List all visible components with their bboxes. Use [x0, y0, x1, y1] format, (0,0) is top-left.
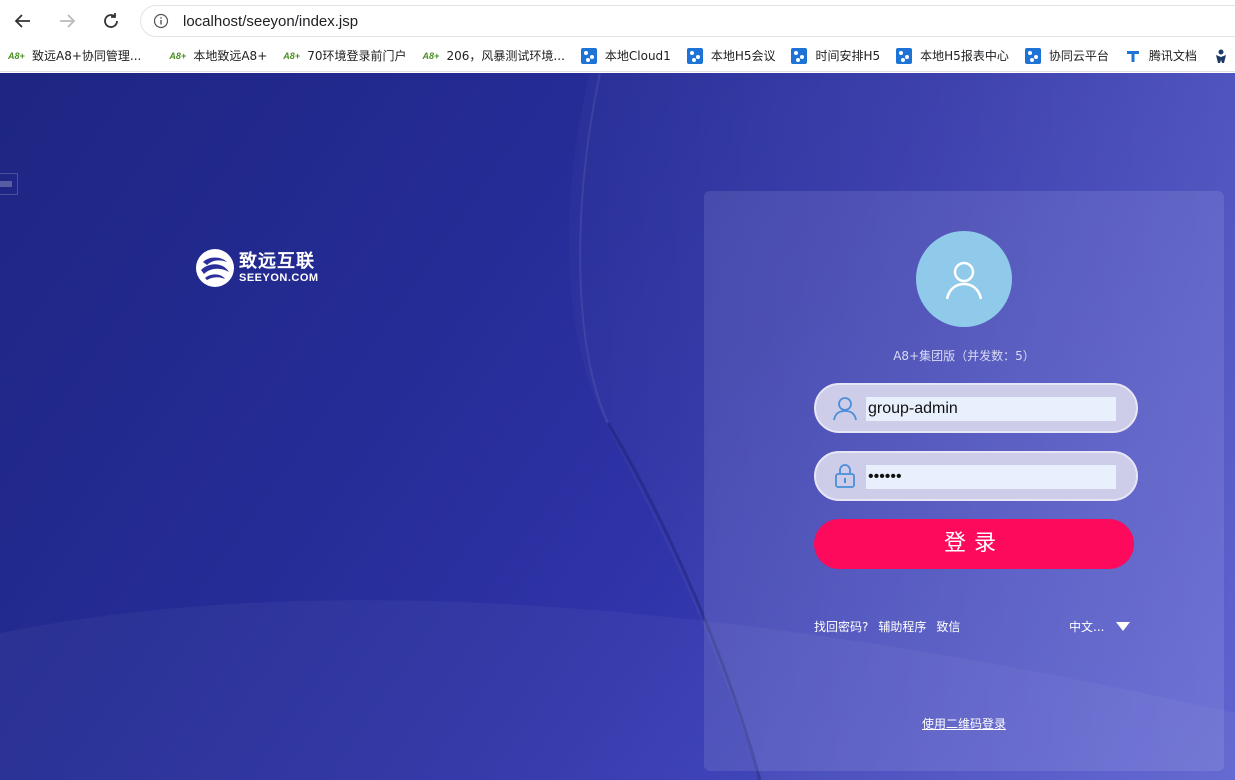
arrow-left-icon	[14, 14, 30, 28]
reload-icon	[104, 13, 118, 28]
app-square-icon	[1024, 47, 1041, 64]
password-field[interactable]	[814, 451, 1138, 501]
triangle-down-icon	[1116, 622, 1131, 631]
language-label: 中文...	[1069, 620, 1105, 634]
edition-label: A8+集团版（并发数：5）	[893, 349, 1035, 363]
qr-login-link[interactable]: 使用二维码登录	[704, 715, 1224, 732]
username-input[interactable]	[866, 397, 1116, 421]
dev-icon	[1215, 49, 1226, 63]
bookmark-label: 206，风暴测试环境...	[446, 49, 565, 63]
app-square-icon	[686, 47, 703, 64]
bookmark-label: 本地H5会议	[710, 49, 776, 63]
bookmark-label: 腾讯文档	[1148, 49, 1197, 63]
bookmark-label: 协同云平台	[1048, 49, 1109, 63]
forward-button[interactable]	[52, 6, 82, 36]
arrow-right-icon	[60, 14, 76, 28]
bookmarks-bar: A8+ 致远A8+协同管理... A8+ 本地致远A8+ A8+ 70环境登录前门户 …	[0, 40, 1235, 72]
login-button[interactable]: 登录	[814, 519, 1134, 569]
login-stage: 致远互联 SEEYON.COM A8+集团版（并发数：5） group-admi…	[0, 73, 1235, 780]
info-icon[interactable]	[153, 13, 169, 29]
app-square-icon	[791, 47, 808, 64]
app-square-icon	[580, 47, 597, 64]
side-tab[interactable]	[0, 173, 18, 195]
bookmark-item[interactable]: A8+ 本地致远A8+	[161, 43, 275, 69]
a8-icon: A8+	[283, 50, 301, 61]
bookmark-item[interactable]: 开发	[1205, 43, 1235, 69]
bookmark-item[interactable]: 腾讯文档	[1117, 43, 1205, 69]
zhixin-link[interactable]: 致信	[936, 618, 960, 635]
tencent-docs-icon	[1126, 50, 1139, 62]
login-links: 找回密码? 辅助程序 致信	[814, 618, 970, 635]
forgot-password-link[interactable]: 找回密码?	[814, 618, 868, 635]
bookmark-item[interactable]: 时间安排H5	[783, 43, 888, 69]
back-button[interactable]	[8, 6, 38, 36]
bookmark-label: 本地H5报表中心	[920, 49, 1009, 63]
user-avatar-icon	[945, 261, 983, 300]
user-icon	[833, 397, 857, 421]
address-url: localhost/seeyon/index.jsp	[183, 12, 359, 30]
bookmark-item[interactable]: 本地H5会议	[679, 43, 784, 69]
bookmark-label: 本地Cloud1	[604, 49, 671, 63]
login-panel: A8+集团版（并发数：5） 登录 找回密码? 辅助程序 致信 中文...	[704, 191, 1224, 771]
logo-english-text: SEEYON.COM	[239, 272, 319, 284]
a8-icon: A8+	[422, 50, 440, 61]
bookmark-item[interactable]: A8+ 致远A8+协同管理...	[0, 43, 149, 69]
avatar	[916, 231, 1012, 327]
bookmark-item[interactable]: 本地Cloud1	[573, 43, 679, 69]
a8-icon: A8+	[8, 50, 25, 61]
seeyon-logo: 致远互联 SEEYON.COM	[195, 248, 319, 288]
language-select[interactable]: 中文...	[1069, 618, 1131, 635]
helper-program-link[interactable]: 辅助程序	[878, 618, 926, 635]
username-field[interactable]	[814, 383, 1138, 433]
bookmark-label: 时间安排H5	[815, 49, 881, 63]
bookmark-label: 70环境登录前门户	[307, 49, 407, 63]
bookmark-label: 致远A8+协同管理...	[32, 49, 142, 63]
app-square-icon	[896, 47, 913, 64]
logo-chinese-text: 致远互联	[239, 251, 315, 272]
seeyon-logo-icon	[196, 249, 234, 287]
lock-icon	[835, 464, 855, 488]
bookmark-item[interactable]: 协同云平台	[1017, 43, 1117, 69]
bookmark-item[interactable]: A8+ 70环境登录前门户	[275, 43, 414, 69]
reload-button[interactable]	[96, 6, 126, 36]
bookmark-label: 本地致远A8+	[193, 49, 268, 63]
browser-toolbar: localhost/seeyon/index.jsp	[0, 0, 1235, 40]
a8-icon: A8+	[169, 50, 187, 61]
password-input[interactable]	[866, 465, 1116, 489]
bookmark-item[interactable]: 本地H5报表中心	[888, 43, 1017, 69]
address-bar[interactable]: localhost/seeyon/index.jsp	[140, 5, 1235, 37]
bookmark-item[interactable]: A8+ 206，风暴测试环境...	[415, 43, 573, 69]
